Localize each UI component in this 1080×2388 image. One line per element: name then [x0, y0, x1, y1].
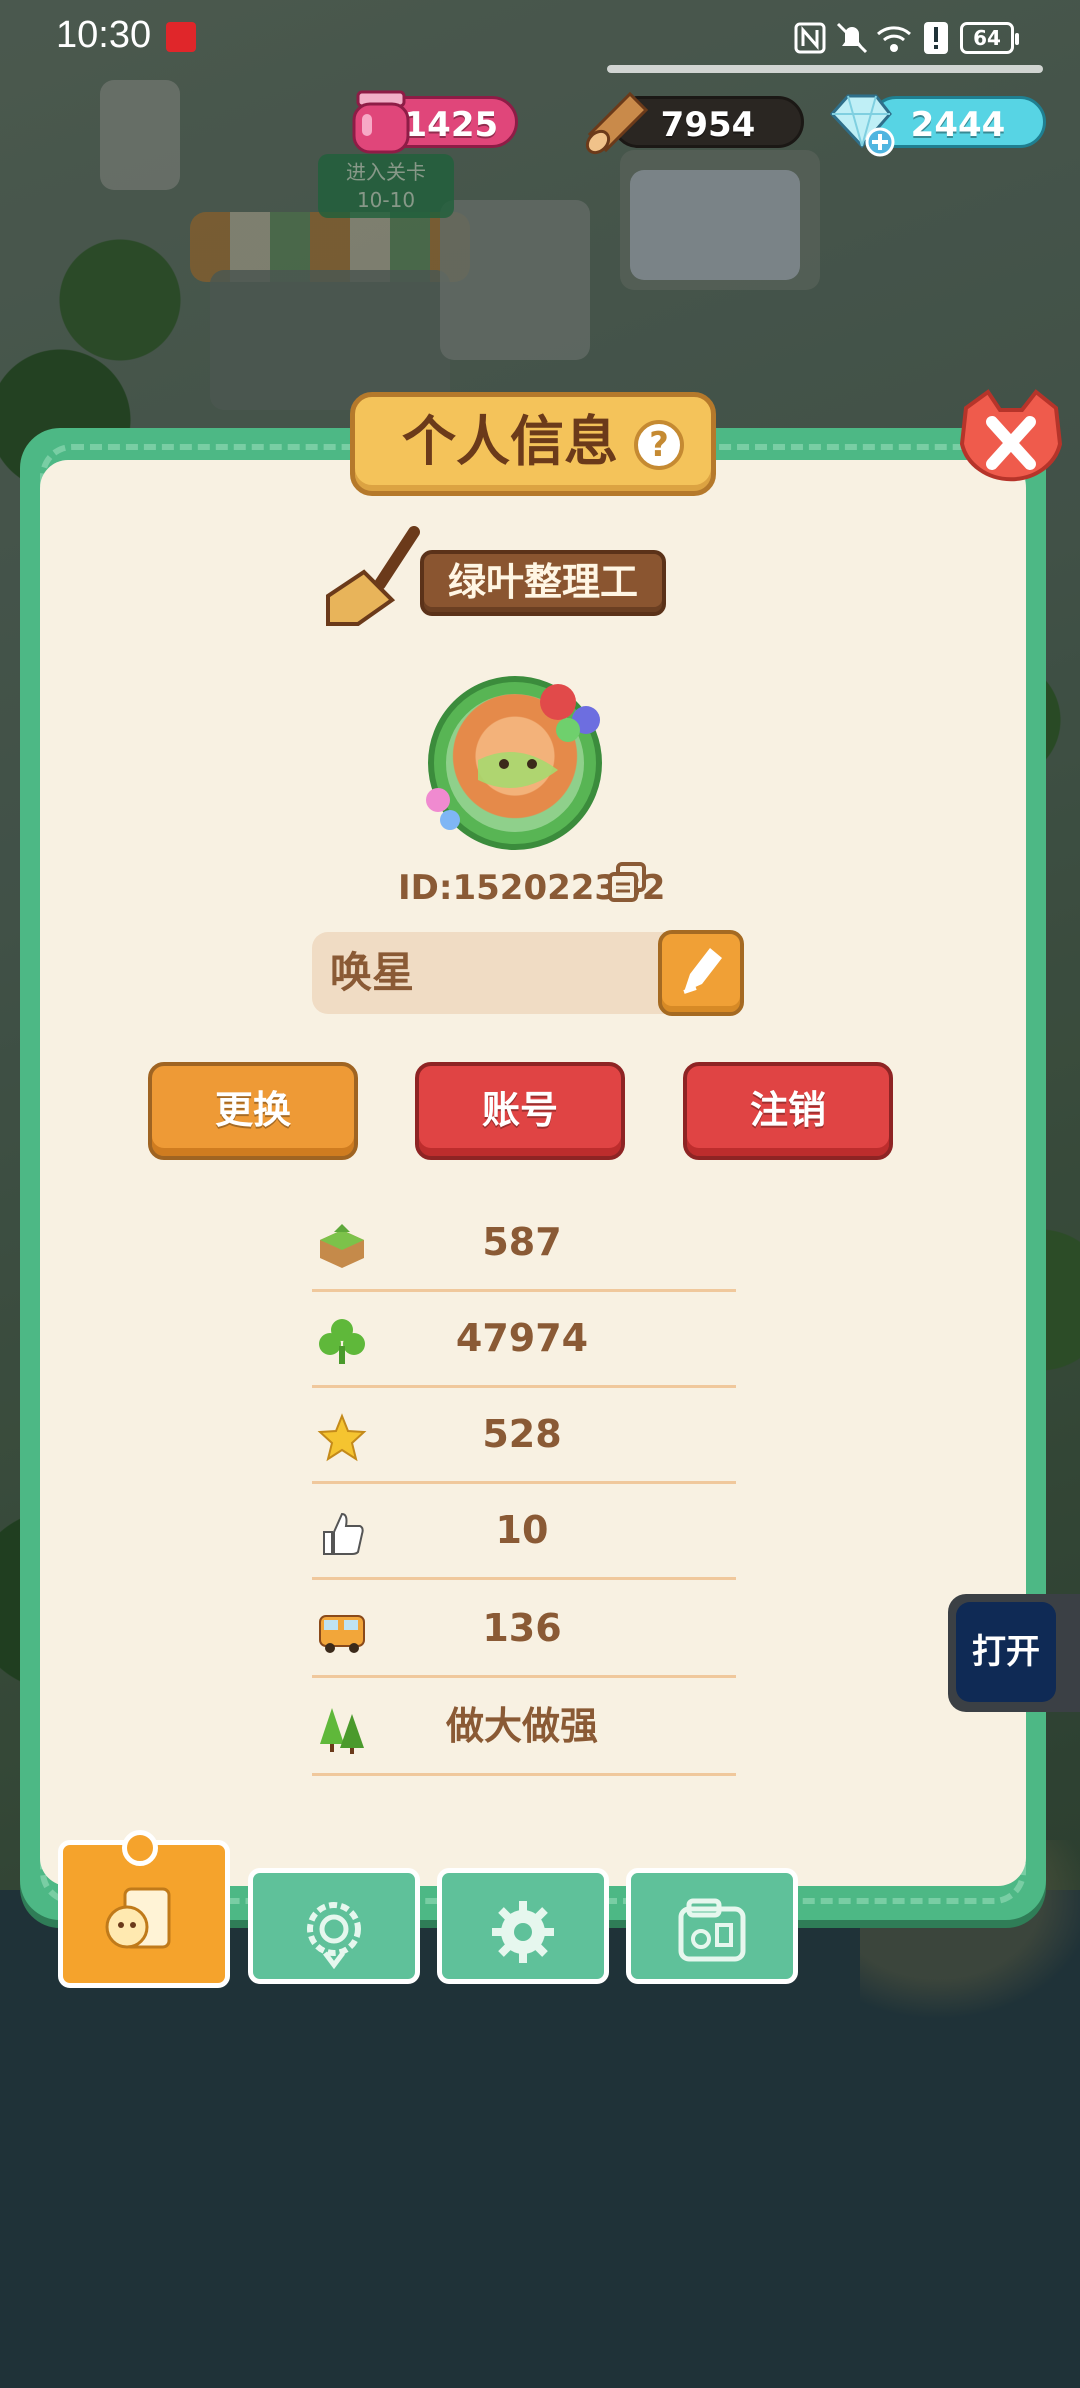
land-block-icon — [320, 1224, 364, 1268]
shovel-icon — [326, 526, 420, 626]
gesture-bar[interactable] — [607, 65, 1043, 73]
stat-value-likes: 10 — [495, 1508, 549, 1552]
avatar-decoration-icon — [426, 684, 600, 830]
stat-row-bus: 136 — [312, 1582, 736, 1678]
close-button[interactable] — [956, 388, 1066, 492]
account-button[interactable]: 账号 — [415, 1062, 625, 1160]
stat-value-bus: 136 — [482, 1606, 562, 1650]
wood-log-icon — [585, 91, 649, 155]
stat-row-land: 587 — [312, 1196, 736, 1292]
app-notification-icon — [166, 22, 196, 52]
album-icon — [678, 1898, 746, 1962]
trees-icon — [320, 1708, 364, 1754]
status-bar: 10:30 64 — [0, 0, 1080, 76]
copy-icon[interactable] — [606, 860, 650, 904]
gem-counter[interactable]: 2444 — [870, 96, 1046, 148]
battery-icon: 64 — [960, 22, 1019, 54]
stat-row-star: 528 — [312, 1388, 736, 1484]
nfc-icon — [794, 22, 826, 54]
help-icon[interactable]: ? — [634, 420, 684, 470]
tab-settings[interactable] — [437, 1868, 609, 1984]
rank-title: 绿叶整理工 — [420, 550, 666, 616]
change-avatar-button[interactable]: 更换 — [148, 1062, 358, 1160]
alert-icon — [924, 22, 948, 54]
open-button[interactable]: 打开 — [956, 1602, 1056, 1702]
badge-icon — [307, 1902, 361, 1969]
dialog-title: 个人信息 — [402, 410, 618, 473]
bus-icon — [319, 1615, 365, 1653]
pencil-icon — [683, 948, 722, 994]
mute-icon — [836, 22, 868, 54]
settings-gear-icon — [492, 1901, 554, 1963]
clover-icon — [319, 1319, 365, 1364]
thumbs-up-icon — [323, 1512, 364, 1555]
active-tab-pin — [122, 1830, 158, 1866]
wifi-icon — [877, 26, 911, 52]
gem-plus-icon[interactable] — [822, 84, 896, 158]
edit-name-button[interactable] — [658, 930, 744, 1016]
stat-value-land: 587 — [482, 1220, 562, 1264]
stat-row-motto: 做大做强 — [312, 1680, 736, 1776]
star-icon — [317, 1413, 367, 1462]
tab-album[interactable] — [626, 1868, 798, 1984]
stat-value-star: 528 — [482, 1412, 562, 1456]
stat-value-motto: 做大做强 — [445, 1704, 598, 1748]
logout-button[interactable]: 注销 — [683, 1062, 893, 1160]
potion-jar-icon — [352, 90, 410, 154]
stat-row-clover: 47974 — [312, 1292, 736, 1388]
stat-row-likes: 10 — [312, 1484, 736, 1580]
stat-value-clover: 47974 — [455, 1316, 589, 1360]
profile-card-icon — [105, 1887, 171, 1949]
tab-badges[interactable] — [248, 1868, 420, 1984]
status-time: 10:30 — [56, 14, 152, 56]
player-name-field[interactable]: 唤星 — [312, 932, 684, 1014]
